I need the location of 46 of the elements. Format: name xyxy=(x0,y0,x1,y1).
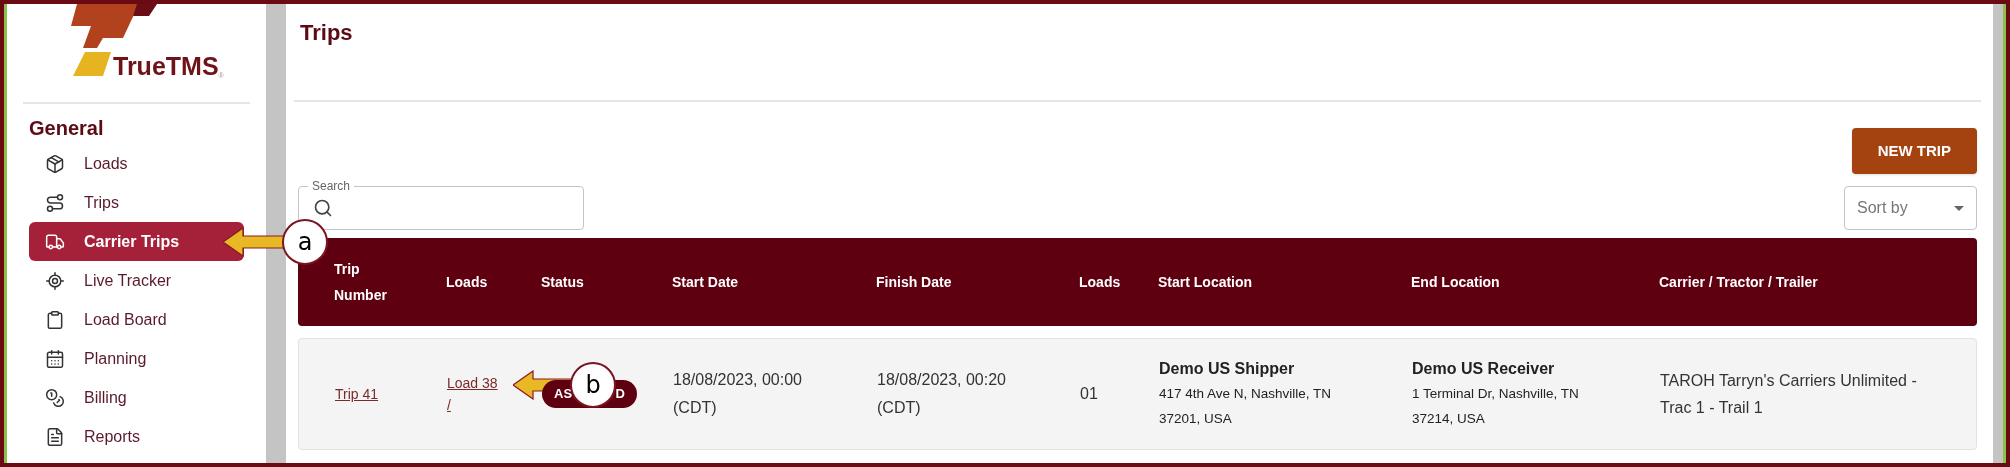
load-count: 01 xyxy=(1080,384,1099,404)
column-header: Start Date xyxy=(672,272,740,292)
sidebar-item[interactable]: Loads xyxy=(29,144,244,183)
scrollbar[interactable] xyxy=(1993,4,2003,463)
logo-text: TrueTMS xyxy=(113,54,219,79)
sidebar-item[interactable]: Trips xyxy=(29,183,244,222)
column-header: Carrier / Tractor / Trailer xyxy=(1659,272,1819,292)
location-name: Demo US Shipper xyxy=(1159,359,1296,379)
clipboard-icon xyxy=(45,309,65,330)
section-heading: General xyxy=(29,116,104,141)
column-header: Trip Number xyxy=(334,260,388,305)
caret-icon xyxy=(1954,205,1964,211)
sort-select[interactable]: Sort by xyxy=(1844,186,1977,230)
package-icon xyxy=(45,153,65,174)
sidebar-item[interactable]: Live Tracker xyxy=(29,261,244,300)
column-header: Start Location xyxy=(1158,272,1254,292)
trip-link[interactable]: Trip 41 xyxy=(335,383,379,405)
location-name: Demo US Receiver xyxy=(1412,359,1556,379)
page-title: Trips xyxy=(300,19,353,47)
arrow-icon xyxy=(223,227,285,257)
search-icon xyxy=(313,198,333,218)
start-date: 18/08/2023, 00:00 (CDT) xyxy=(673,370,803,418)
column-header: Status xyxy=(541,272,585,292)
sidebar-item[interactable]: Planning xyxy=(29,339,244,378)
sidebar-item[interactable]: Load Board xyxy=(29,300,244,339)
sidebar-item[interactable]: Carrier Trips xyxy=(29,222,244,261)
column-header: Loads xyxy=(446,272,489,292)
column-header: Finish Date xyxy=(876,272,953,292)
scrollbar[interactable] xyxy=(266,4,286,463)
callout-label: a xyxy=(282,219,328,265)
load-link[interactable]: / xyxy=(447,394,451,416)
location-address: 417 4th Ave N, Nashville, TN 37201, USA xyxy=(1159,385,1333,428)
calendar-icon xyxy=(45,348,65,369)
column-header: End Location xyxy=(1411,272,1501,292)
finish-date: 18/08/2023, 00:20 (CDT) xyxy=(877,370,1007,418)
carrier-text: TAROH Tarryn's Carriers Unlimited - Trac 1 - Trail 1 xyxy=(1660,371,1918,418)
sidebar-item[interactable]: Reports xyxy=(29,417,244,456)
sidebar-item[interactable]: Billing xyxy=(29,378,244,417)
load-link[interactable]: Load 38 xyxy=(447,372,498,394)
new-trip-button[interactable]: NEW TRIP xyxy=(1851,128,1977,174)
route-icon xyxy=(45,192,65,213)
document-icon xyxy=(45,426,65,447)
column-header: Loads xyxy=(1079,272,1122,292)
coins-icon xyxy=(45,387,65,408)
location-address: 1 Terminal Dr, Nashville, TN 37214, USA xyxy=(1412,385,1580,428)
target-icon xyxy=(45,270,65,291)
